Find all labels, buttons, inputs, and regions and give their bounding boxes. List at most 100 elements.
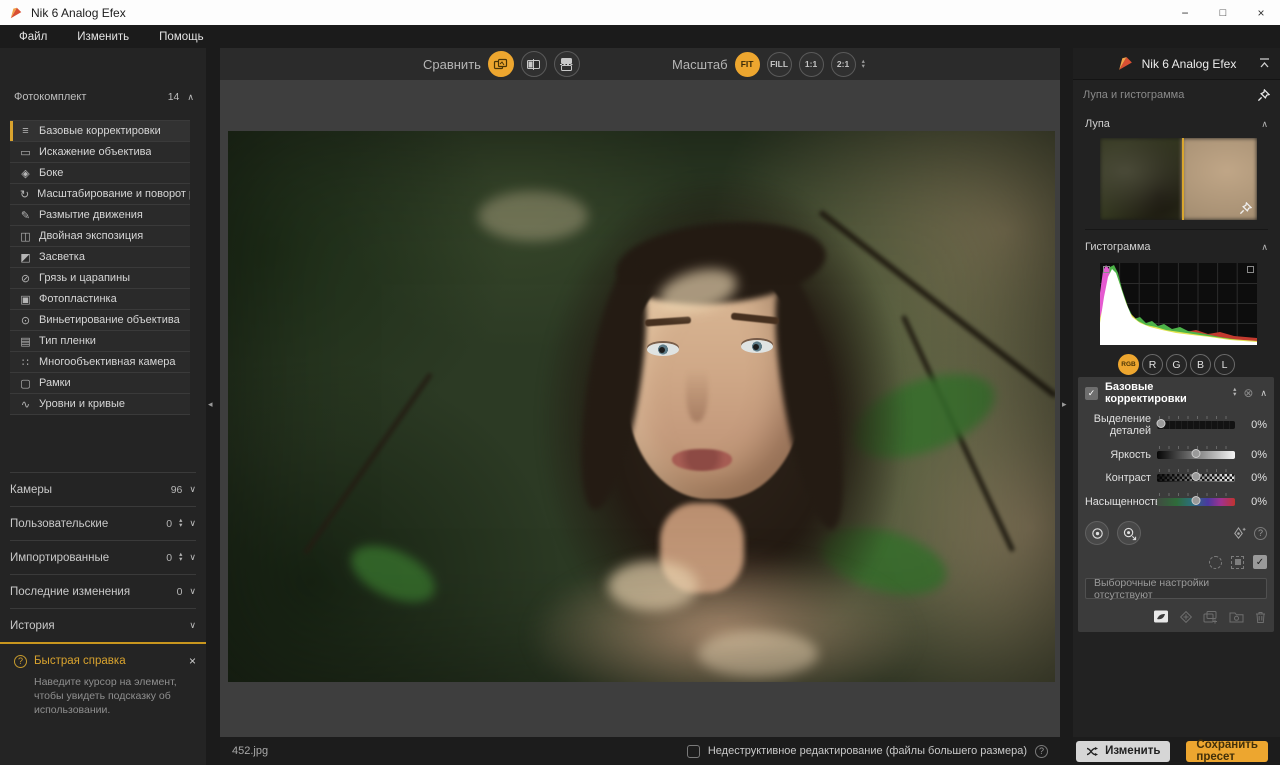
sidebar-item-multilens-camera[interactable]: ∷Многообъективная камера	[10, 352, 190, 373]
compare-split-horizontal-button[interactable]	[554, 51, 580, 77]
channel-rgb-button[interactable]: RGB	[1118, 354, 1139, 375]
channel-r-button[interactable]: R	[1142, 354, 1163, 375]
slider-handle[interactable]	[1156, 419, 1165, 428]
sidebar-item-film-type[interactable]: ▤Тип пленки	[10, 331, 190, 352]
zoom-fill-button[interactable]: FILL	[767, 52, 792, 77]
menu-edit[interactable]: Изменить	[62, 31, 144, 43]
loupe-section-header[interactable]: Лупа ∧	[1073, 115, 1280, 133]
chevron-up-icon[interactable]: ∧	[1261, 242, 1268, 253]
sidebar-item-frames[interactable]: ▢Рамки	[10, 373, 190, 394]
chevron-up-icon[interactable]: ∧	[187, 92, 194, 103]
channel-buttons: RGB R G B L	[1073, 354, 1280, 375]
histogram-chart[interactable]	[1100, 263, 1257, 345]
channel-b-button[interactable]: B	[1190, 354, 1211, 375]
sidebar-item-photo-plate[interactable]: ▣Фотопластинка	[10, 289, 190, 310]
chevron-up-icon[interactable]: ∧	[1261, 119, 1268, 130]
chevron-down-icon[interactable]: ∨	[189, 552, 196, 563]
sidebar-item-label: Многообъективная камера	[39, 356, 176, 368]
chevron-down-icon[interactable]: ∨	[189, 484, 196, 495]
sidebar-item-lens-vignette[interactable]: ⊙Виньетирование объектива	[10, 310, 190, 331]
collection-custom[interactable]: Пользовательские 0▴▾∨	[10, 506, 196, 540]
add-adjustment-icon[interactable]	[1179, 610, 1193, 624]
collection-history[interactable]: История ∨	[10, 608, 196, 642]
reorder-stepper-icon[interactable]: ▴▾	[1233, 388, 1236, 398]
help-icon[interactable]: ?	[1035, 745, 1048, 758]
collection-cameras[interactable]: Камеры 96∨	[10, 472, 196, 506]
zoom-stepper[interactable]: ▴▾	[862, 59, 865, 69]
help-icon[interactable]: ?	[1254, 527, 1267, 540]
trash-icon[interactable]	[1254, 610, 1267, 624]
add-control-line-button[interactable]	[1117, 521, 1141, 545]
menu-help[interactable]: Помощь	[144, 31, 218, 43]
pen-nib-icon[interactable]	[1231, 526, 1246, 541]
edit-button[interactable]: Изменить	[1076, 741, 1170, 762]
curves-icon: ∿	[19, 398, 32, 411]
compare-split-vertical-button[interactable]	[521, 51, 547, 77]
zoom-1-1-button[interactable]: 1:1	[799, 52, 824, 77]
menu-bar: Файл Изменить Помощь	[0, 25, 1280, 48]
collection-recent-changes[interactable]: Последние изменения 0∨	[10, 574, 196, 608]
sidebar-item-dirt-scratches[interactable]: ⊘Грязь и царапины	[10, 268, 190, 289]
brightness-slider[interactable]	[1157, 451, 1235, 459]
sidebar-item-zoom-rotate[interactable]: ↻Масштабирование и поворот раз...	[10, 184, 190, 205]
selection-square-icon[interactable]	[1231, 556, 1244, 569]
sidebar-item-basic-adjustments[interactable]: ≡Базовые корректировки	[10, 121, 190, 142]
collapse-left-icon[interactable]: ◂	[208, 399, 213, 410]
contrast-slider[interactable]	[1157, 474, 1235, 482]
remove-adjustment-icon[interactable]: ⊗	[1243, 386, 1253, 400]
close-button[interactable]: ×	[1242, 0, 1280, 25]
photokit-header[interactable]: Фотокомплект 14 ∧	[14, 88, 194, 106]
chevron-down-icon[interactable]: ∨	[189, 518, 196, 529]
collapse-panel-icon[interactable]	[1258, 58, 1271, 69]
chevron-down-icon[interactable]: ∨	[189, 586, 196, 597]
compare-overlay-button[interactable]	[488, 51, 514, 77]
histogram-section-header[interactable]: Гистограмма ∧	[1073, 238, 1280, 256]
sidebar-item-light-leak[interactable]: ◩Засветка	[10, 247, 190, 268]
selection-circle-icon[interactable]	[1209, 556, 1222, 569]
sidebar-item-double-exposure[interactable]: ◫Двойная экспозиция	[10, 226, 190, 247]
copy-preset-icon[interactable]	[1203, 610, 1219, 624]
maximize-button[interactable]: □	[1204, 0, 1242, 25]
photo-preview[interactable]	[228, 131, 1055, 682]
adjustments-enabled-checkbox[interactable]: ✓	[1085, 387, 1098, 400]
pin-icon[interactable]	[1257, 89, 1270, 102]
sidebar-item-label: Размытие движения	[39, 209, 143, 221]
pin-icon[interactable]	[1239, 202, 1252, 215]
chevron-up-icon[interactable]: ∧	[1260, 388, 1267, 399]
compare-photos-icon	[493, 57, 508, 72]
quick-help-close-icon[interactable]: ×	[189, 654, 196, 668]
collapse-right-icon[interactable]: ▸	[1062, 399, 1067, 410]
slider-handle[interactable]	[1192, 472, 1201, 481]
loupe-preview[interactable]	[1100, 138, 1257, 220]
menu-file[interactable]: Файл	[4, 31, 62, 43]
image-mask-button[interactable]	[1153, 609, 1169, 624]
channel-g-button[interactable]: G	[1166, 354, 1187, 375]
detail-extraction-slider[interactable]	[1157, 421, 1235, 429]
zoom-fit-button[interactable]: FIT	[735, 52, 760, 77]
loupe-split-line[interactable]	[1182, 138, 1184, 220]
apply-selection-checkbox[interactable]: ✓	[1253, 555, 1267, 569]
slider-handle[interactable]	[1192, 449, 1201, 458]
saturation-slider[interactable]	[1157, 498, 1235, 506]
loupe-histogram-header[interactable]: Лупа и гистограмма	[1073, 84, 1280, 106]
minimize-button[interactable]: −	[1166, 0, 1204, 25]
slider-handle[interactable]	[1192, 496, 1201, 505]
save-preset-button[interactable]: Сохранить пресет	[1186, 741, 1268, 762]
stepper-icon[interactable]: ▴▾	[179, 553, 182, 563]
sidebar-item-lens-distortion[interactable]: ▭Искажение объектива	[10, 142, 190, 163]
nondestructive-checkbox[interactable]	[687, 745, 700, 758]
zoom-2-1-button[interactable]: 2:1	[831, 52, 856, 77]
sidebar-item-levels-curves[interactable]: ∿Уровни и кривые	[10, 394, 190, 415]
preset-folder-icon[interactable]	[1229, 610, 1244, 623]
collection-imported[interactable]: Импортированные 0▴▾∨	[10, 540, 196, 574]
add-control-point-button[interactable]	[1085, 521, 1109, 545]
sidebar-item-motion-blur[interactable]: ✎Размытие движения	[10, 205, 190, 226]
highlight-clipping-toggle[interactable]	[1247, 266, 1254, 273]
stepper-icon[interactable]: ▴▾	[179, 519, 182, 529]
chevron-down-icon[interactable]: ∨	[189, 620, 196, 631]
channel-l-button[interactable]: L	[1214, 354, 1235, 375]
sidebar-item-bokeh[interactable]: ◈Боке	[10, 163, 190, 184]
control-point-icon	[1090, 526, 1105, 541]
collection-count: 0	[166, 552, 172, 564]
shadow-clipping-toggle[interactable]	[1103, 266, 1110, 273]
